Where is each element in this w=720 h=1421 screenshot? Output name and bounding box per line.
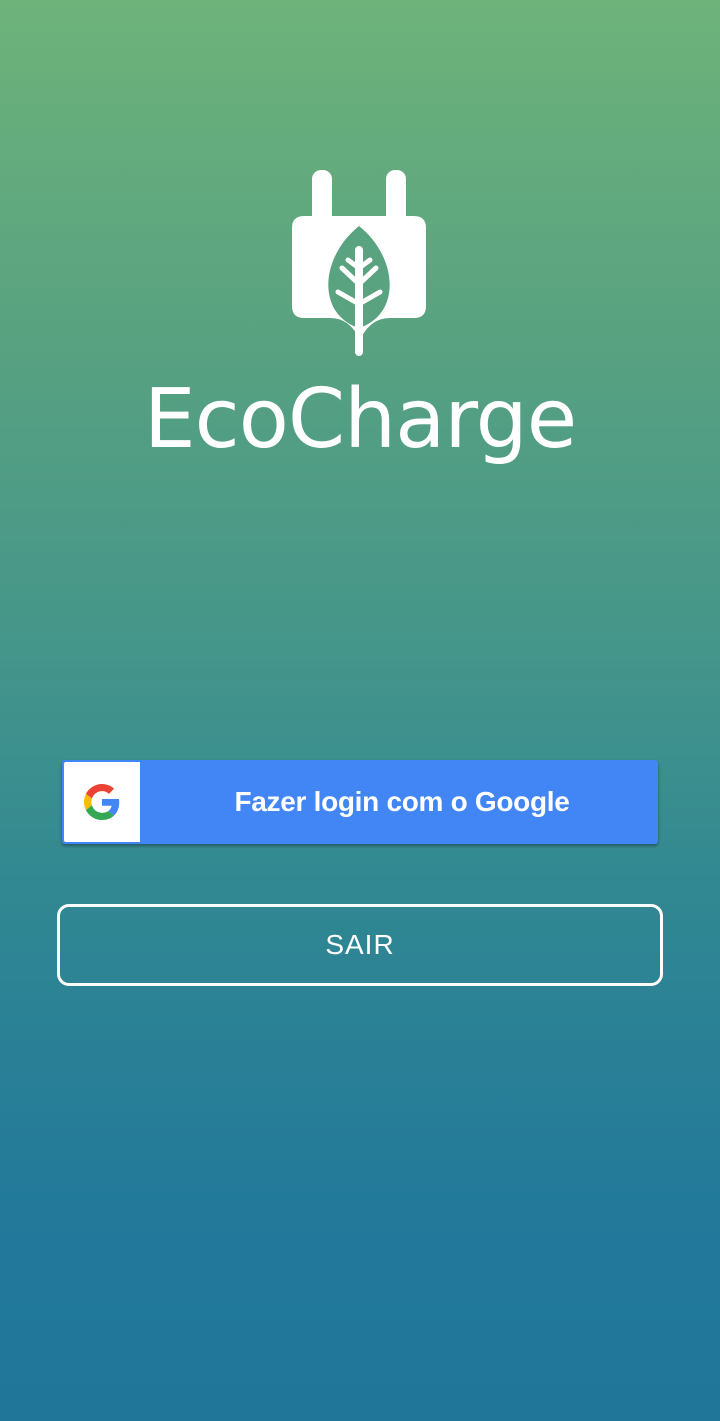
- app-title: EcoCharge: [143, 372, 577, 467]
- app-logo: EcoCharge: [0, 0, 720, 480]
- google-g-icon: [84, 784, 120, 820]
- exit-button-label: SAIR: [325, 929, 395, 960]
- google-login-button[interactable]: Fazer login com o Google: [62, 760, 658, 844]
- plug-leaf-icon: [292, 170, 426, 356]
- google-login-label: Fazer login com o Google: [234, 786, 570, 817]
- google-icon-container: [64, 762, 140, 842]
- exit-button[interactable]: SAIR: [57, 904, 663, 986]
